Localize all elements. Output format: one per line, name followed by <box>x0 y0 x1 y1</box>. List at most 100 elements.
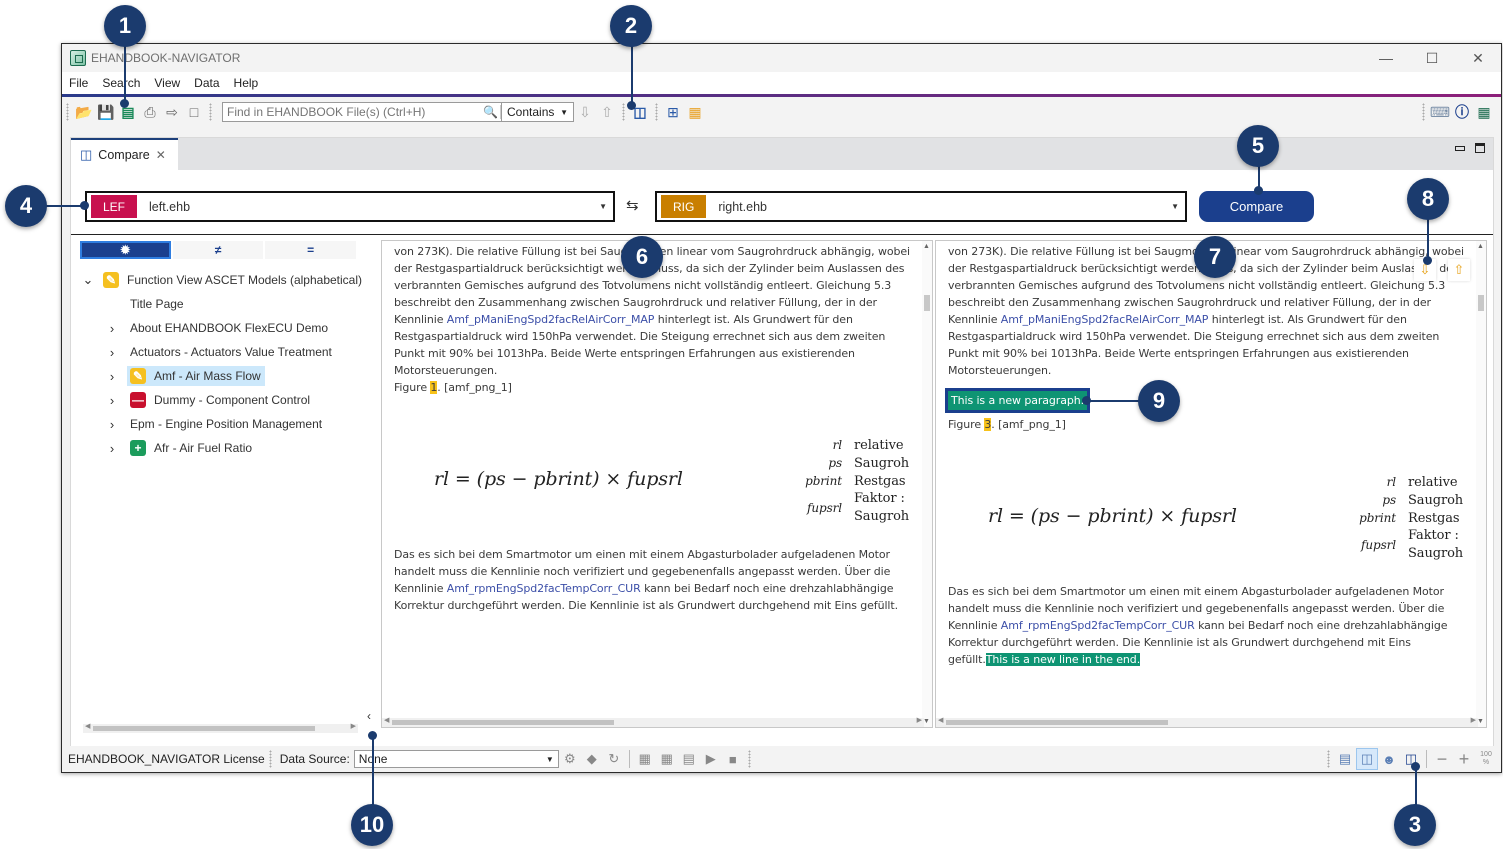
help-icon[interactable]: ⓘ <box>1451 101 1473 123</box>
compare-button[interactable]: Compare <box>1199 191 1314 222</box>
next-result-icon[interactable]: ⇩ <box>574 101 596 123</box>
keyboard-icon[interactable]: ⌨ <box>1429 101 1451 123</box>
split-view-icon[interactable]: ◫ <box>1356 748 1378 770</box>
tree-item[interactable]: › — Dummy - Component Control <box>79 388 362 412</box>
app-window: EHANDBOOK-NAVIGATOR — ☐ ✕ File Search Vi… <box>61 43 1502 773</box>
swap-files-icon[interactable]: ⇆ <box>626 196 639 214</box>
tree-item-label: Afr - Air Fuel Ratio <box>154 441 253 455</box>
tree-filter-tabs: ✹ ≠ = <box>80 241 359 259</box>
tree-item[interactable]: › Epm - Engine Position Management <box>79 412 362 436</box>
close-button[interactable]: ✕ <box>1455 44 1501 72</box>
measure-icon[interactable]: ▦ <box>634 748 656 770</box>
tab-compare[interactable]: ◫ Compare ✕ <box>71 138 178 170</box>
maximize-button[interactable]: ☐ <box>1409 44 1455 72</box>
statusbar-grip[interactable] <box>1327 750 1330 768</box>
window-title: EHANDBOOK-NAVIGATOR <box>91 51 241 65</box>
pdf-icon[interactable]: □ <box>183 101 205 123</box>
add-model-icon[interactable]: ⊞ <box>662 101 684 123</box>
added-text: This is a new line in the end. <box>985 653 1141 666</box>
measure-config-icon[interactable]: ▤ <box>678 748 700 770</box>
calibration-link[interactable]: Amf_rpmEngSpd2facTempCorr_CUR <box>1001 619 1195 632</box>
menu-help[interactable]: Help <box>227 76 266 90</box>
previous-result-icon[interactable]: ⇧ <box>596 101 618 123</box>
statusbar-grip[interactable] <box>268 750 272 768</box>
previous-difference-icon[interactable]: ⇧ <box>1448 259 1470 281</box>
refresh-icon[interactable]: ↻ <box>603 748 625 770</box>
menu-view[interactable]: View <box>147 76 187 90</box>
open-folder-icon[interactable]: 📂 <box>73 101 95 123</box>
chevron-right-icon[interactable]: › <box>105 321 119 336</box>
zoom-out-icon[interactable]: − <box>1431 748 1453 770</box>
callout-5: 5 <box>1237 125 1279 167</box>
right-horizontal-scrollbar[interactable]: ◀ ▶ <box>936 717 1478 727</box>
formula-legend: rl relative ps Saugroh pbrint Restgas fupsr… <box>805 437 910 525</box>
tree-item[interactable]: ⌄ ✎ Function View ASCET Models (alphabet… <box>79 268 362 292</box>
zoom-in-icon[interactable]: + <box>1453 748 1475 770</box>
right-file-select[interactable]: RIG right.ehb ▼ <box>655 191 1187 222</box>
chevron-down-icon[interactable]: ⌄ <box>81 272 95 288</box>
search-field[interactable]: 🔍 <box>222 102 502 122</box>
tree-item-label: Actuators - Actuators Value Treatment <box>130 345 332 359</box>
statusbar-grip[interactable] <box>747 750 751 768</box>
calibration-link[interactable]: Amf_rpmEngSpd2facTempCorr_CUR <box>447 582 641 595</box>
tree-item[interactable]: › About EHANDBOOK FlexECU Demo <box>79 316 362 340</box>
tree-item[interactable]: › Actuators - Actuators Value Treatment <box>79 340 362 364</box>
formula-figure: rl = (ps − pbrint) × fupsrl rl relative p… <box>948 473 1473 583</box>
left-horizontal-scrollbar[interactable]: ◀ ▶ <box>382 717 924 727</box>
left-vertical-scrollbar[interactable]: ▲ ▼ <box>922 241 932 727</box>
tree-item-label: Function View ASCET Models (alphabetical… <box>127 273 363 287</box>
save-icon[interactable]: 💾 <box>95 101 117 123</box>
minimize-view-icon[interactable] <box>1455 146 1465 151</box>
data-layer-icon[interactable]: ◆ <box>581 748 603 770</box>
menu-search[interactable]: Search <box>95 76 147 90</box>
tree-item[interactable]: › + Afr - Air Fuel Ratio <box>79 436 362 460</box>
filter-all-changes[interactable]: ✹ <box>80 241 173 259</box>
close-tab-icon[interactable]: ✕ <box>156 148 166 162</box>
tree-horizontal-scrollbar[interactable]: ◀ ▶ <box>83 723 358 733</box>
play-icon[interactable]: ▶ <box>700 748 722 770</box>
chevron-right-icon[interactable]: › <box>105 417 119 432</box>
stop-icon[interactable]: ■ <box>722 748 744 770</box>
filter-equal[interactable]: = <box>265 241 359 259</box>
measure-remove-icon[interactable]: ▦ <box>656 748 678 770</box>
compare-icon: ◫ <box>80 147 93 162</box>
settings-gear-icon[interactable]: ⚙ <box>559 748 581 770</box>
minimize-button[interactable]: — <box>1363 44 1409 72</box>
separator <box>1426 750 1427 768</box>
filter-differences[interactable]: ≠ <box>173 241 266 259</box>
calibration-link[interactable]: Amf_pManiEngSpd2facRelAirCorr_MAP <box>1001 313 1209 326</box>
menu-file[interactable]: File <box>62 76 95 90</box>
toolbar-grip[interactable] <box>66 103 69 121</box>
chevron-right-icon[interactable]: › <box>105 345 119 360</box>
right-file-name: right.ehb <box>718 199 767 214</box>
tree-item-label: Amf - Air Mass Flow <box>154 369 261 383</box>
print-icon[interactable]: ⎙ <box>139 101 161 123</box>
zoom-100-percent-icon[interactable]: 100 % <box>1475 748 1497 770</box>
toolbar-grip[interactable] <box>655 103 658 121</box>
collapse-tree-handle[interactable]: ‹ <box>367 709 371 723</box>
chevron-right-icon[interactable]: › <box>105 441 119 456</box>
add-window-icon[interactable]: ▦ <box>684 101 706 123</box>
data-source-dropdown[interactable]: None ▼ <box>353 750 559 768</box>
single-page-view-icon[interactable]: ▤ <box>1334 748 1356 770</box>
export-icon[interactable]: ⇨ <box>161 101 183 123</box>
search-input[interactable] <box>223 105 481 119</box>
tree-item[interactable]: Title Page <box>79 292 362 316</box>
toolbar-grip[interactable] <box>1422 103 1425 121</box>
user-view-icon[interactable]: ☻ <box>1378 748 1400 770</box>
menu-data[interactable]: Data <box>187 76 226 90</box>
toolbar-grip[interactable] <box>209 103 212 121</box>
callout-6: 6 <box>621 236 663 278</box>
toolbar-grip[interactable] <box>622 103 625 121</box>
search-icon[interactable]: 🔍 <box>481 105 501 119</box>
tree-item-selected[interactable]: › ✎ Amf - Air Mass Flow <box>79 364 362 388</box>
ehandbook-icon[interactable]: ▦ <box>1473 101 1495 123</box>
maximize-view-icon[interactable] <box>1475 143 1485 153</box>
tree-item-label: Epm - Engine Position Management <box>130 417 323 431</box>
left-file-select[interactable]: LEF left.ehb ▼ <box>85 191 615 222</box>
chevron-right-icon[interactable]: › <box>105 369 119 384</box>
right-vertical-scrollbar[interactable]: ▲ ▼ <box>1476 241 1486 727</box>
calibration-link[interactable]: Amf_pManiEngSpd2facRelAirCorr_MAP <box>447 313 655 326</box>
match-mode-dropdown[interactable]: Contains ▼ <box>502 102 574 122</box>
chevron-right-icon[interactable]: › <box>105 393 119 408</box>
